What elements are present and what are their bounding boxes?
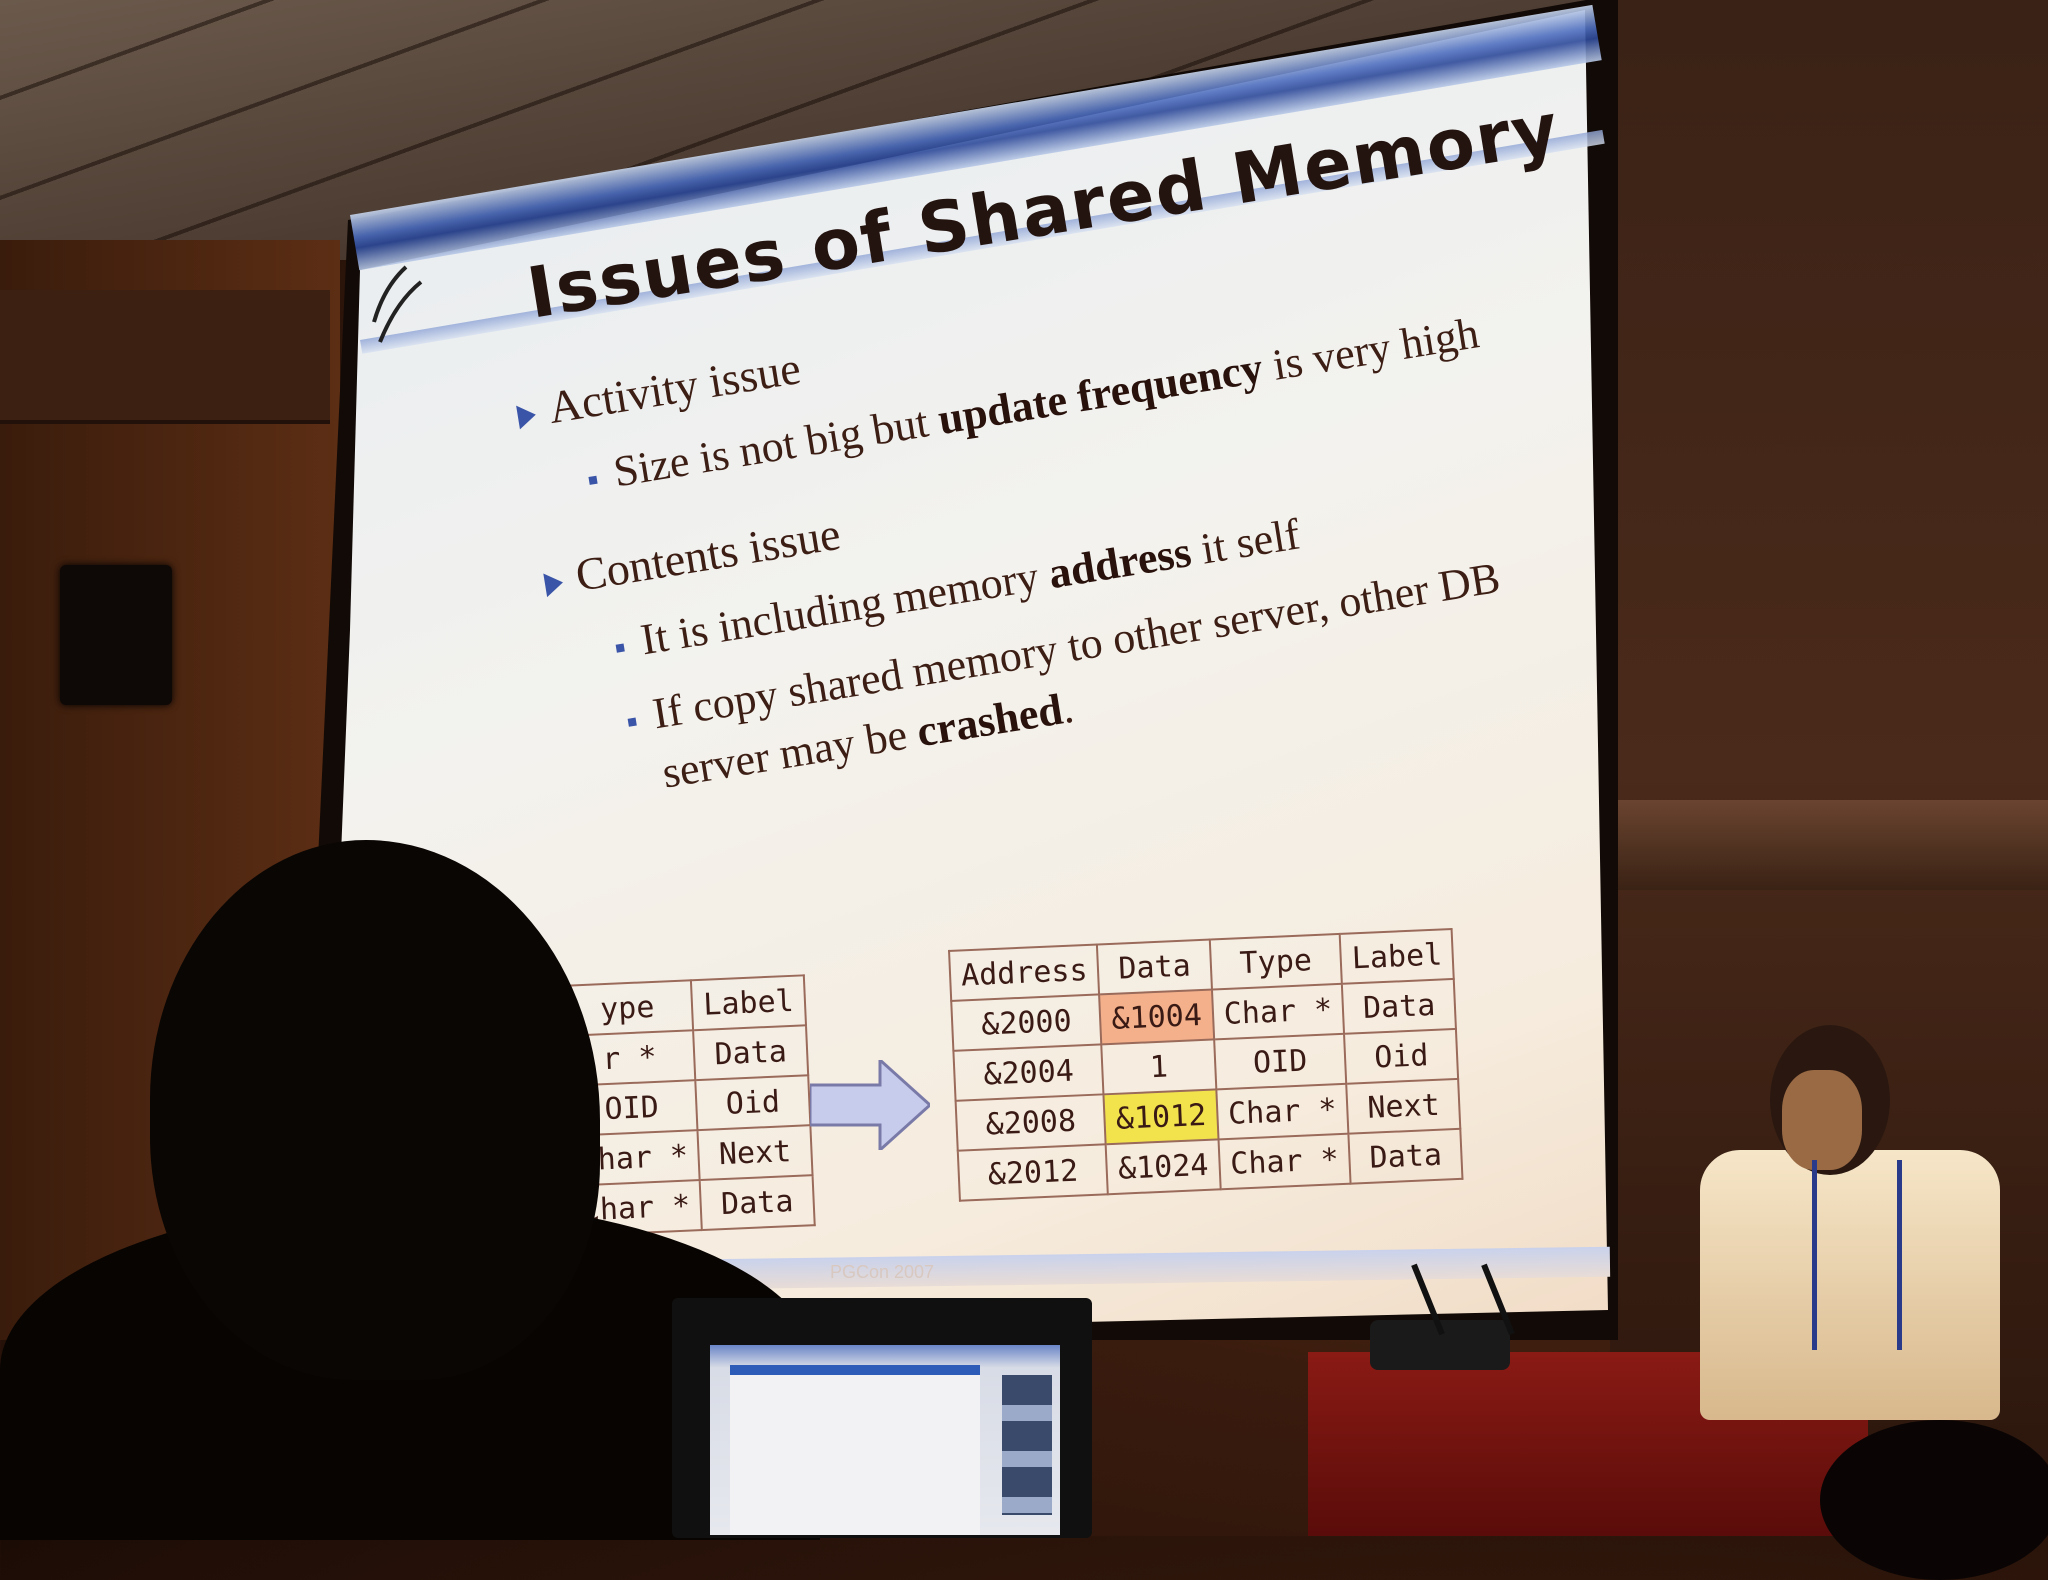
table-cell: 1 bbox=[1101, 1039, 1217, 1095]
wall-speaker bbox=[60, 565, 172, 705]
table-cell: &2008 bbox=[955, 1094, 1107, 1151]
slide-footer-text: PGCon 2007 bbox=[830, 1262, 935, 1282]
triangle-bullet-icon bbox=[516, 403, 538, 430]
bullet-heading: Contents issue bbox=[572, 507, 844, 601]
presenter-lanyard bbox=[1812, 1160, 1902, 1350]
table-cell: Data bbox=[693, 1025, 808, 1081]
table-header: Data bbox=[1097, 939, 1212, 995]
table-header: Type bbox=[1209, 933, 1342, 990]
square-bullet-icon bbox=[627, 717, 637, 727]
table-cell: OID bbox=[1213, 1033, 1347, 1090]
bullet-heading: Activity issue bbox=[544, 342, 804, 434]
table-cell: Oid bbox=[1344, 1028, 1459, 1084]
sub-bullet-bold: address bbox=[1045, 526, 1195, 599]
sub-bullet-bold: crashed bbox=[913, 684, 1066, 757]
triangle-bullet-icon bbox=[543, 571, 565, 598]
right-arrow-icon bbox=[810, 1060, 930, 1150]
table-cell-highlight: &1012 bbox=[1103, 1089, 1219, 1145]
sub-bullet-bold: update frequency bbox=[934, 343, 1267, 444]
table-cell-highlight: &1004 bbox=[1099, 989, 1214, 1045]
presenter-face bbox=[1782, 1070, 1862, 1170]
table-cell: &2012 bbox=[957, 1144, 1109, 1201]
memory-table-right: Address Data Type Label &2000 &1004 Char… bbox=[948, 928, 1464, 1202]
table-cell: Char * bbox=[1216, 1083, 1349, 1140]
sub-bullet-text-end: it self bbox=[1186, 509, 1304, 576]
laptop-thumbnails bbox=[1002, 1375, 1052, 1515]
sub-bullet-text-end: is very high bbox=[1258, 308, 1483, 392]
audience-member-head-right bbox=[1820, 1420, 2048, 1580]
table-cell: Next bbox=[1346, 1078, 1461, 1134]
table-cell: &2004 bbox=[953, 1044, 1104, 1101]
right-wall-band bbox=[1610, 800, 2048, 890]
square-bullet-icon bbox=[588, 475, 598, 485]
table-header: Address bbox=[949, 944, 1100, 1001]
slide-logo-icon bbox=[372, 265, 423, 343]
table-cell: &1024 bbox=[1106, 1139, 1221, 1195]
table-header: Label bbox=[1339, 928, 1455, 984]
wall-panel bbox=[0, 290, 330, 424]
laptop-screen bbox=[710, 1345, 1060, 1535]
table-cell: Char * bbox=[1218, 1133, 1351, 1190]
laptop-window bbox=[730, 1365, 980, 1535]
table-cell: Data bbox=[1348, 1128, 1463, 1184]
table-cell: Next bbox=[697, 1125, 813, 1181]
table-cell: &2000 bbox=[951, 994, 1102, 1051]
table-cell: Data bbox=[700, 1175, 815, 1231]
table-cell: Oid bbox=[695, 1075, 811, 1131]
square-bullet-icon bbox=[615, 643, 625, 653]
table-header: Label bbox=[691, 975, 806, 1031]
table-cell: Char * bbox=[1211, 983, 1345, 1040]
table-cell: Data bbox=[1341, 978, 1457, 1034]
